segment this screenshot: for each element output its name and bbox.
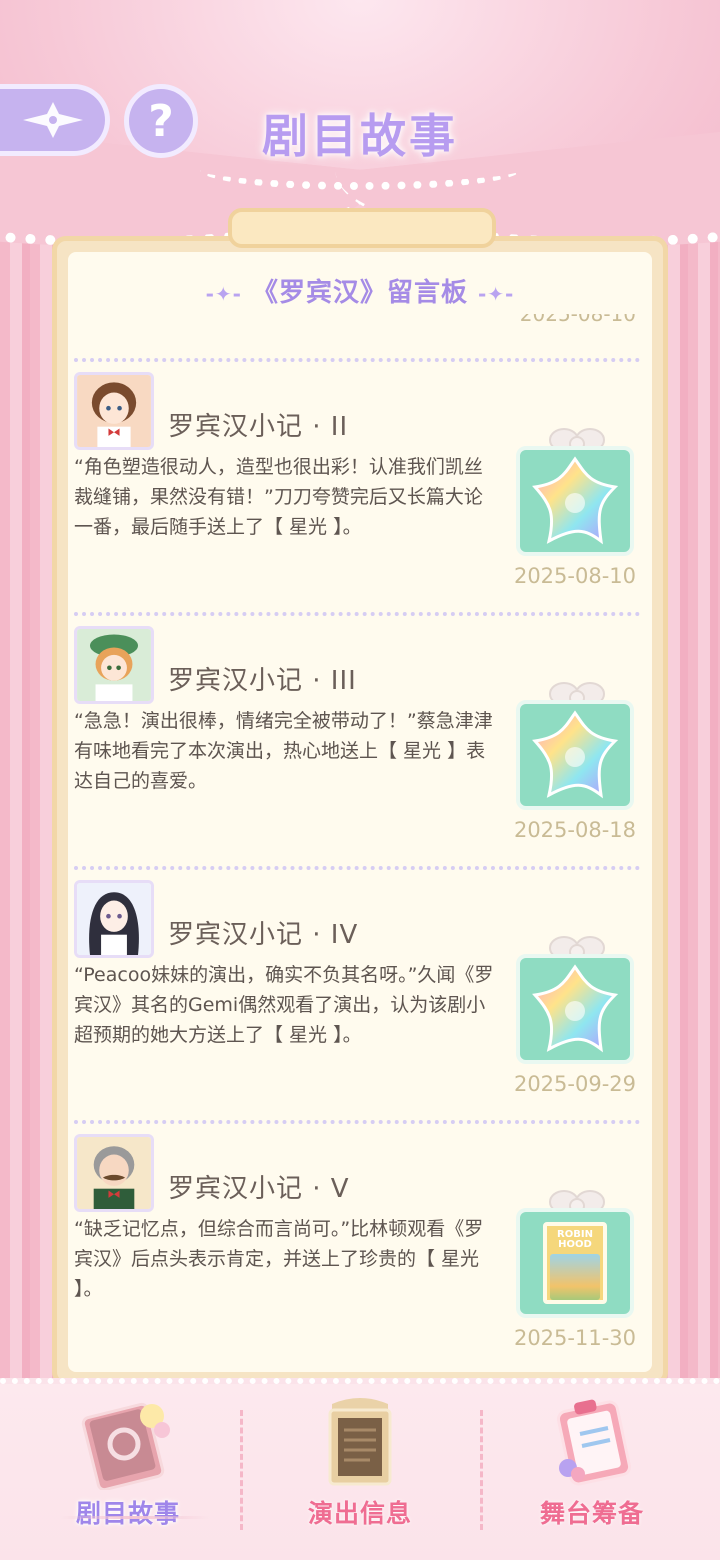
avatar-knife [74,372,154,450]
entry-divider [74,1120,640,1124]
storybook-icon [81,1402,170,1490]
gift-box[interactable]: ROBIN HOOD [514,1186,638,1320]
avatar-gemi [74,880,154,958]
page-title: 剧目故事 [262,109,458,163]
question-icon: ? [148,95,174,147]
story-entry[interactable]: 罗宾汉小记 · III “急急！演出很棒，情绪完全被带动了！”蔡急津津有味地看完… [74,626,640,876]
story-entry[interactable]: 罗宾汉小记 · V “缺乏记忆点，但综合而言尚可。”比林顿观看《罗宾汉》后点头表… [74,1134,640,1384]
clipboard-icon [556,1399,632,1486]
tab-stage-prep[interactable]: 舞台筹备 [492,1390,692,1540]
entry-title: 罗宾汉小记 · III [168,666,357,696]
entry-divider [74,358,640,362]
book-cover-art [550,1254,600,1300]
gift-box[interactable] [514,424,638,558]
sparkle-left-icon: -✦- [205,282,242,306]
avatar-billington [74,1134,154,1212]
entry-text: “角色塑造很动人，造型也很出彩！认准我们凯丝裁缝铺，果然没有错！”刀刀夸赞完后又… [74,456,483,538]
back-button[interactable] [0,84,110,156]
sparkle-right-icon: -✦- [478,282,515,306]
avatar-cai [74,626,154,704]
starlight-icon [532,456,619,545]
help-button[interactable]: ? [124,84,198,158]
notice-board-icon [328,1398,392,1486]
tab-performance-info-label: 演出信息 [307,1499,412,1528]
tab-stage-prep-label: 舞台筹备 [539,1499,644,1528]
nav-separator [240,1410,243,1530]
entry-text: “Peacoo妹妹的演出，确实不负其名呀。”久闻《罗宾汉》其名的Gemi偶然观看… [74,964,494,1046]
nav-separator [480,1410,483,1530]
board-title: -✦- 《罗宾汉》留言板 -✦- [0,272,720,309]
entry-divider [74,612,640,616]
entry-text: “缺乏记忆点，但综合而言尚可。”比林顿观看《罗宾汉》后点头表示肯定，并送上了珍贵… [74,1218,484,1300]
book-title: ROBIN HOOD [557,1229,593,1250]
gift-box[interactable] [514,678,638,812]
entry-title: 罗宾汉小记 · IV [168,920,359,950]
tab-story-label: 剧目故事 [75,1499,180,1528]
starlight-icon [532,964,619,1053]
story-entry[interactable]: 罗宾汉小记 · IV “Peacoo妹妹的演出，确实不负其名呀。”久闻《罗宾汉》… [74,880,640,1130]
entry-date: 2025-08-10 [513,564,636,588]
previous-entry-date: 2025-08-10 [519,314,636,326]
entry-title: 罗宾汉小记 · V [168,1174,350,1204]
starlight-icon [532,710,619,799]
entry-text: “急急！演出很棒，情绪完全被带动了！”蔡急津津有味地看完了本次演出，热心地送上【… [74,710,493,792]
active-tab-underline [60,1516,210,1519]
entry-title: 罗宾汉小记 · II [168,412,349,442]
board-plaque [228,208,496,248]
board-title-text: 《罗宾汉》留言板 [251,278,468,308]
entry-date: 2025-09-29 [513,1072,636,1096]
entry-date: 2025-08-18 [513,818,636,842]
entry-date: 2025-11-30 [513,1326,636,1350]
gift-box[interactable] [514,932,638,1066]
story-entry[interactable]: 罗宾汉小记 · II “角色塑造很动人，造型也很出彩！认准我们凯丝裁缝铺，果然没… [74,372,640,622]
entry-divider [74,866,640,870]
tab-performance-info[interactable]: 演出信息 [260,1390,460,1540]
robin-hood-book-icon: ROBIN HOOD [543,1222,607,1304]
sparkle-back-icon [22,102,83,138]
